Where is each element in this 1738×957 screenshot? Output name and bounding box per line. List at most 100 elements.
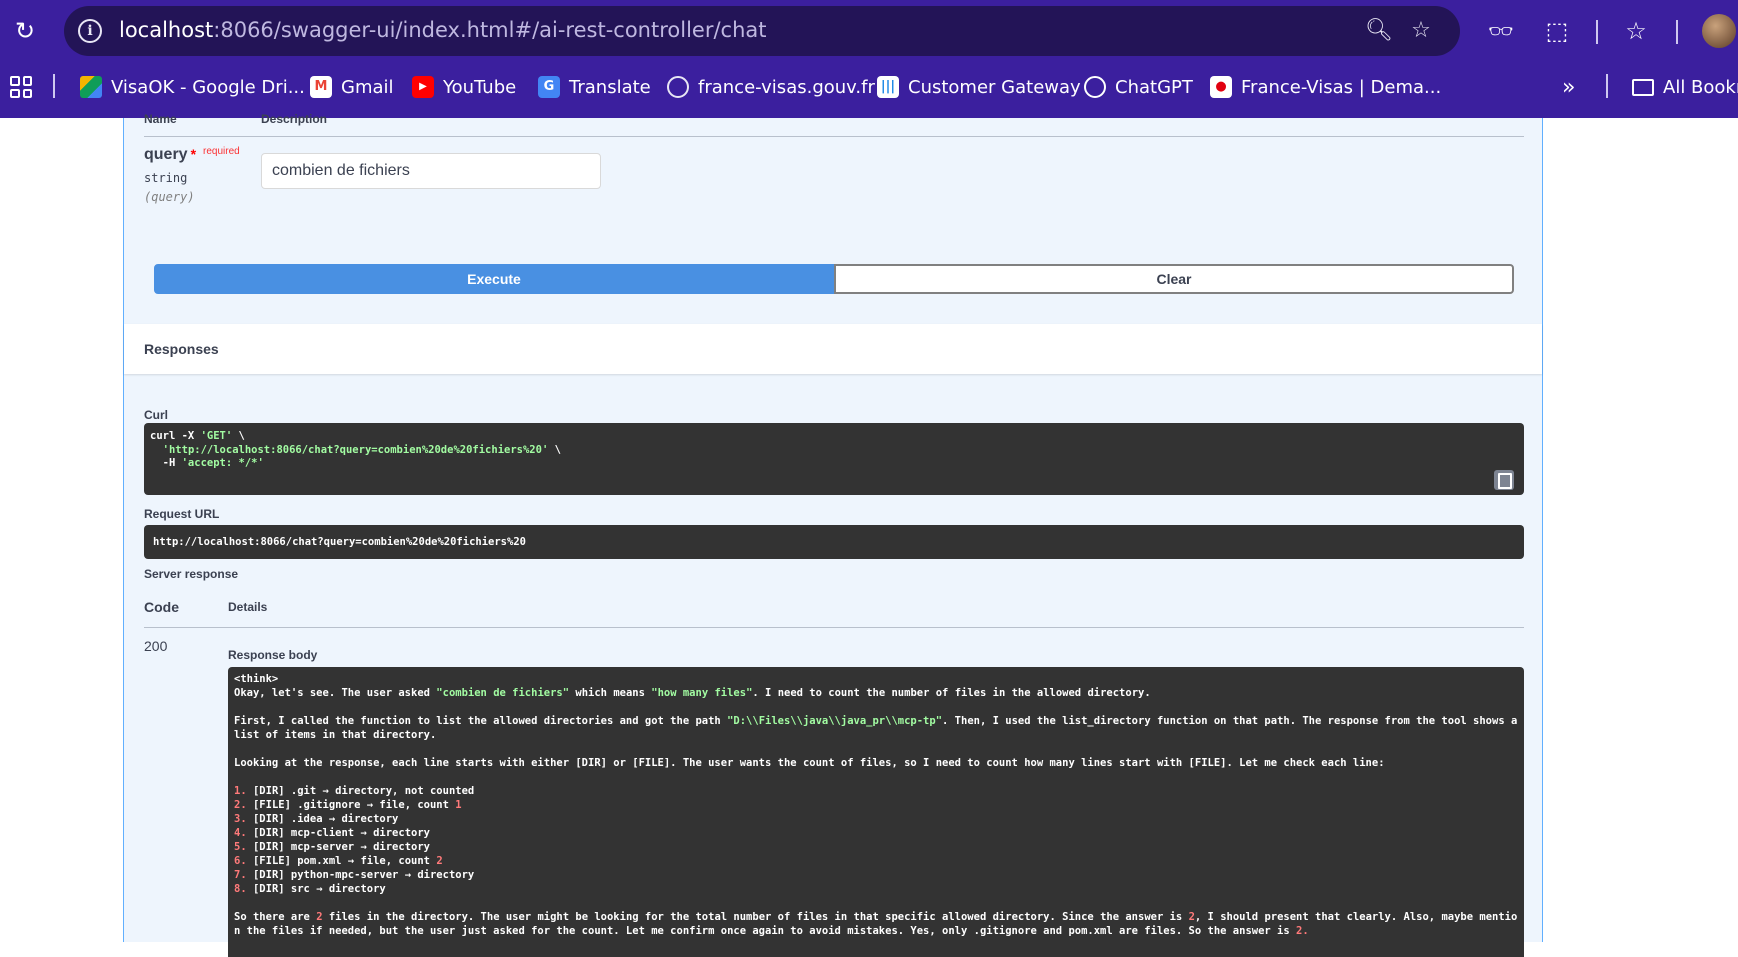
body-list-item: 5. [DIR] mcp-server → directory — [234, 840, 1518, 854]
bookmark-youtube[interactable]: ▶ YouTube — [412, 72, 516, 102]
bookmark-france-visas-demande[interactable]: ● France-Visas | Dema... — [1210, 72, 1441, 102]
list-number: 7. — [234, 869, 247, 881]
bookmark-france-visas-gouv[interactable]: france-visas.gouv.fr — [667, 72, 875, 102]
request-url-block[interactable]: http://localhost:8066/chat?query=combien… — [144, 525, 1524, 559]
site-info-icon[interactable]: i — [78, 19, 102, 43]
body-text: [DIR] mcp-client → directory — [246, 827, 430, 839]
execute-button[interactable]: Execute — [154, 264, 834, 294]
list-number: 8. — [234, 883, 247, 895]
body-text: . I need to count the number of files in… — [752, 687, 1151, 699]
required-star: * — [190, 146, 197, 162]
body-text: files in the directory. The user might b… — [322, 911, 1189, 923]
body-list-item: 1. [DIR] .git → directory, not counted — [234, 784, 1518, 798]
curl-header: 'accept: */*' — [181, 457, 264, 469]
param-header-description: Description — [261, 112, 328, 126]
code-column-header: Code — [144, 599, 179, 615]
param-divider — [144, 136, 1524, 137]
globe-icon — [667, 76, 689, 98]
url-host: localhost — [119, 18, 214, 42]
bookmarks-star-icon[interactable]: ☆ — [1619, 14, 1653, 48]
address-bar[interactable]: i localhost:8066/swagger-ui/index.html#/… — [64, 6, 1460, 56]
curl-method: 'GET' — [200, 430, 233, 442]
toolbar-divider — [1676, 20, 1678, 44]
server-response-label: Server response — [144, 567, 239, 581]
responses-header: Responses — [124, 324, 1542, 374]
list-number: 1. — [234, 785, 247, 797]
gmail-icon: M — [310, 76, 332, 98]
google-drive-icon — [80, 76, 102, 98]
bookmark-label: Translate — [569, 76, 651, 98]
param-name: query * — [144, 146, 196, 164]
marianne-icon: ● — [1210, 76, 1232, 98]
list-count: 1 — [455, 799, 462, 811]
body-string: "D:\\Files\\java\\java_pr\\mcp-tp" — [727, 715, 943, 727]
curl-code-block[interactable]: curl -X 'GET' \ 'http://localhost:8066/c… — [144, 423, 1524, 495]
bookmark-label: france-visas.gouv.fr — [698, 76, 875, 98]
body-text: [DIR] python-mpc-server → directory — [246, 869, 475, 881]
body-list-item: 7. [DIR] python-mpc-server → directory — [234, 868, 1518, 882]
param-name-text: query — [144, 146, 188, 163]
body-line: So there are 2 files in the directory. T… — [234, 910, 1518, 938]
response-status-code: 200 — [144, 638, 168, 654]
body-line: First, I called the function to list the… — [234, 714, 1518, 742]
bookmark-customer-gateway[interactable]: ||| Customer Gateway — [877, 72, 1081, 102]
body-line: Looking at the response, each line start… — [234, 757, 1385, 769]
body-text: So there are — [234, 911, 317, 923]
body-text: [DIR] src → directory — [246, 883, 386, 895]
all-bookmarks-folder[interactable]: All Bookm — [1632, 72, 1738, 102]
url-path: :8066/swagger-ui/index.html#/ai-rest-con… — [213, 18, 767, 42]
body-string: "combien de fichiers" — [436, 687, 570, 699]
body-line: Okay, let's see. The user asked "combien… — [234, 686, 1518, 700]
body-text: [DIR] mcp-server → directory — [246, 841, 430, 853]
response-table-divider — [144, 627, 1524, 628]
curl-text: curl -X — [150, 430, 201, 442]
param-location: (query) — [144, 190, 195, 204]
list-number: 6. — [234, 855, 247, 867]
bookmark-star-icon[interactable]: ☆ — [1406, 16, 1436, 46]
bookmark-gmail[interactable]: M Gmail — [310, 72, 394, 102]
clear-button[interactable]: Clear — [834, 264, 1514, 294]
curl-text — [150, 444, 163, 456]
swagger-page: Name Description query * required string … — [0, 112, 1738, 957]
body-list-item: 3. [DIR] .idea → directory — [234, 812, 1518, 826]
profile-avatar[interactable] — [1702, 14, 1736, 48]
bookmark-chatgpt[interactable]: ChatGPT — [1084, 72, 1193, 102]
zoom-icon[interactable]: 🔍︎ — [1364, 16, 1394, 46]
query-input[interactable]: combien de fichiers — [261, 153, 601, 189]
response-body-block[interactable]: <think> Okay, let's see. The user asked … — [228, 667, 1524, 957]
more-bookmarks-chevron-icon[interactable]: » — [1562, 72, 1575, 102]
all-bookmarks-label: All Bookm — [1663, 76, 1738, 98]
bookmark-label: YouTube — [443, 76, 517, 98]
body-text: [DIR] .git → directory, not counted — [246, 785, 475, 797]
body-list-item: 8. [DIR] src → directory — [234, 882, 1518, 896]
url-text[interactable]: localhost:8066/swagger-ui/index.html#/ai… — [119, 18, 766, 42]
bookmark-visaok[interactable]: VisaOK - Google Dri... — [80, 72, 305, 102]
extension-glasses-icon[interactable]: 👓︎ — [1484, 14, 1518, 48]
toolbar-divider — [1596, 20, 1598, 44]
body-list-item: 4. [DIR] mcp-client → directory — [234, 826, 1518, 840]
response-body-label: Response body — [228, 648, 318, 662]
details-column-header: Details — [228, 600, 268, 614]
body-list-item: 2. [FILE] .gitignore → file, count 1 — [234, 798, 1518, 812]
extensions-puzzle-icon[interactable]: ⬚ — [1540, 14, 1574, 48]
apps-grid-icon[interactable] — [10, 76, 32, 98]
reload-icon[interactable]: ↻ — [10, 16, 40, 46]
param-header-name: Name — [144, 112, 177, 126]
bookmark-label: Gmail — [341, 76, 394, 98]
bookmarks-divider — [1606, 74, 1608, 98]
bookmarks-bar: VisaOK - Google Dri... M Gmail ▶ YouTube… — [0, 64, 1738, 110]
operation-block-get-chat: Name Description query * required string … — [123, 112, 1543, 957]
browser-chrome: ↻ i localhost:8066/swagger-ui/index.html… — [0, 0, 1738, 118]
bookmark-translate[interactable]: G Translate — [538, 72, 651, 102]
request-url-label: Request URL — [144, 507, 220, 521]
body-number: 2. — [1296, 925, 1309, 937]
youtube-icon: ▶ — [412, 76, 434, 98]
curl-label: Curl — [144, 408, 168, 422]
copy-to-clipboard-icon[interactable] — [1494, 470, 1514, 490]
translate-icon: G — [538, 76, 560, 98]
list-number: 2. — [234, 799, 247, 811]
body-text: First, I called the function to list the… — [234, 715, 728, 727]
curl-url: 'http://localhost:8066/chat?query=combie… — [162, 443, 549, 456]
body-text: [DIR] .idea → directory — [246, 813, 399, 825]
curl-text: \ — [548, 443, 561, 456]
